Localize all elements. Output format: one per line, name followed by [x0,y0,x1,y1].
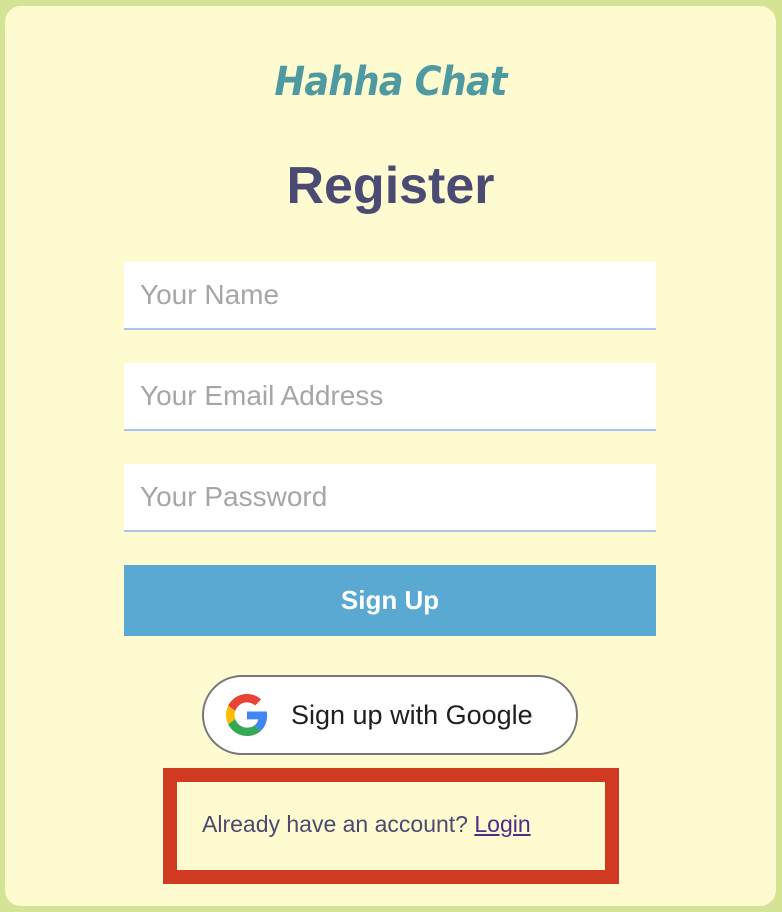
page-title: Register [286,157,495,215]
google-signup-label: Sign up with Google [291,699,533,730]
email-input[interactable] [124,363,656,431]
login-link[interactable]: Login [474,811,530,837]
brand-logo-text: Hahha Chat [274,59,507,105]
sign-up-button[interactable]: Sign Up [124,565,656,636]
google-signup-button[interactable]: Sign up with Google [202,675,578,755]
login-prompt: Already have an account? Login [202,810,531,838]
password-input[interactable] [124,464,656,532]
google-g-icon [226,694,268,736]
name-input[interactable] [124,262,656,330]
login-prompt-text: Already have an account? [202,811,468,837]
